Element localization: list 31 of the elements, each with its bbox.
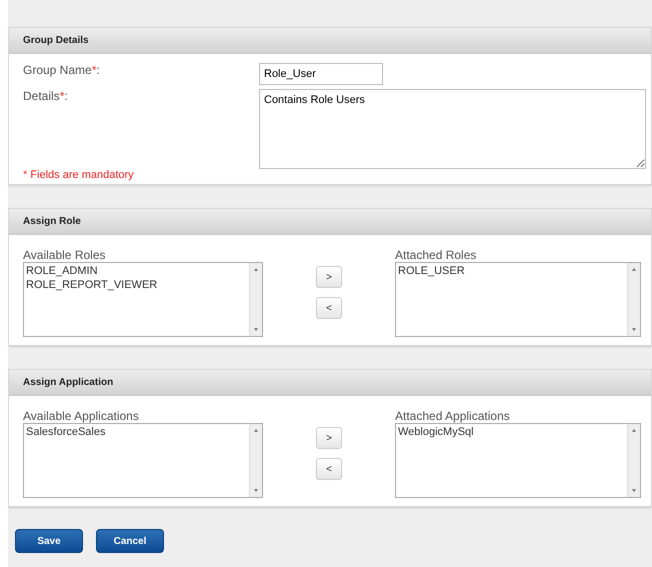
list-label: Attached Applications — [395, 409, 511, 423]
scrollbar-icon — [627, 424, 640, 497]
list-box[interactable]: WeblogicMySql — [395, 423, 641, 498]
move-button[interactable]: < — [316, 458, 342, 480]
save-button[interactable]: Save — [15, 529, 83, 553]
move-button[interactable]: > — [316, 427, 342, 449]
details-textarea[interactable]: Contains Role Users — [259, 89, 646, 169]
list-label: Available Roles — [23, 248, 106, 262]
group-name-input[interactable]: Role_User — [259, 63, 383, 85]
section-header: Group Details — [9, 28, 651, 54]
list-item[interactable]: ROLE_USER — [398, 264, 625, 278]
list-box[interactable]: ROLE_USER — [395, 262, 641, 337]
field-label: Details*: — [23, 89, 69, 105]
field-label: Group Name*: — [23, 63, 101, 79]
scrollbar-icon — [249, 263, 262, 336]
scrollbar-icon — [249, 424, 262, 497]
section-header: Assign Application — [9, 370, 651, 396]
cancel-button[interactable]: Cancel — [96, 529, 164, 553]
list-box[interactable]: SalesforceSales — [23, 423, 263, 498]
move-button[interactable]: < — [316, 297, 342, 319]
move-button[interactable]: > — [316, 266, 342, 288]
list-item[interactable]: ROLE_REPORT_VIEWER — [26, 278, 247, 292]
mandatory-note: * Fields are mandatory — [23, 169, 135, 181]
list-label: Available Applications — [23, 409, 140, 423]
list-item[interactable]: SalesforceSales — [26, 425, 247, 439]
list-label: Attached Roles — [395, 248, 478, 262]
list-item[interactable]: WeblogicMySql — [398, 425, 625, 439]
list-item[interactable]: ROLE_ADMIN — [26, 264, 247, 278]
scrollbar-icon — [627, 263, 640, 336]
list-box[interactable]: ROLE_ADMIN ROLE_REPORT_VIEWER — [23, 262, 263, 337]
section-header: Assign Role — [9, 209, 651, 235]
